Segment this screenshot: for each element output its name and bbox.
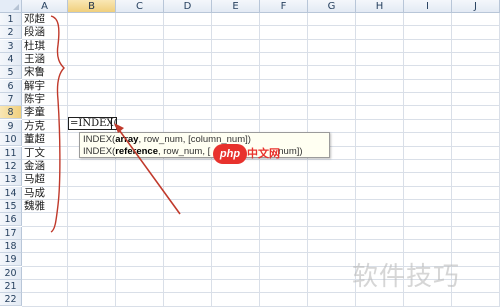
cell-a14[interactable]: 马成	[24, 187, 68, 200]
grid-line-horizontal	[22, 212, 500, 214]
function-tooltip: INDEX(array, row_num, [column_num]) INDE…	[79, 132, 330, 158]
grid-line-horizontal	[22, 92, 500, 94]
row-header-10[interactable]: 10	[0, 133, 22, 147]
php-logo-text: 中文网	[247, 147, 280, 160]
cell-a6[interactable]: 解宇	[24, 80, 68, 93]
row-header-6[interactable]: 6	[0, 79, 22, 93]
select-all-corner[interactable]	[0, 0, 22, 13]
cell-a7[interactable]: 陈宇	[24, 93, 68, 106]
grid-line-vertical	[211, 13, 212, 307]
row-header-5[interactable]: 5	[0, 66, 22, 80]
column-header-e[interactable]: E	[212, 0, 260, 13]
grid-line-horizontal	[22, 105, 500, 107]
cell-a4[interactable]: 王涵	[24, 53, 68, 66]
row-header-11[interactable]: 11	[0, 146, 22, 160]
spreadsheet: ABCDEFGHIJ 1 2 3 4 5 6 7 8 9 10 11 12 13 14 15 16 17 18 19…	[0, 0, 500, 307]
grid-line-vertical	[163, 13, 164, 307]
tooltip-fn-name: INDEX(	[83, 146, 116, 157]
cell-a3[interactable]: 杜琪	[24, 40, 68, 53]
grid-line-horizontal	[22, 172, 500, 174]
grid-line-horizontal	[22, 38, 500, 40]
grid-line-horizontal	[22, 252, 500, 254]
grid-line-horizontal	[22, 238, 500, 240]
row-header-3[interactable]: 3	[0, 39, 22, 53]
cell-a13[interactable]: 马超	[24, 173, 68, 186]
cell-a1[interactable]: 邓超	[24, 13, 68, 26]
row-header-4[interactable]: 4	[0, 53, 22, 67]
row-header-16[interactable]: 16	[0, 213, 22, 227]
php-logo: php 中文网	[213, 144, 280, 164]
row-header-20[interactable]: 20	[0, 266, 22, 280]
cell-a5[interactable]: 宋鲁	[24, 66, 68, 79]
row-header-14[interactable]: 14	[0, 186, 22, 200]
column-header-b[interactable]: B	[68, 0, 116, 13]
column-header-f[interactable]: F	[260, 0, 308, 13]
grid-line-horizontal	[22, 78, 500, 80]
row-header-19[interactable]: 19	[0, 253, 22, 267]
watermark-text: 软件技巧	[352, 262, 461, 292]
row-header-9[interactable]: 9	[0, 119, 22, 133]
cell-a10[interactable]: 董超	[24, 133, 68, 146]
row-header-7[interactable]: 7	[0, 93, 22, 107]
row-header-21[interactable]: 21	[0, 280, 22, 293]
row-header-2[interactable]: 2	[0, 26, 22, 40]
grid-line-horizontal	[22, 25, 500, 27]
row-header-12[interactable]: 12	[0, 159, 22, 173]
column-header-a[interactable]: A	[22, 0, 68, 13]
tooltip-current-arg: array	[115, 134, 139, 145]
grid-line-vertical	[307, 13, 308, 307]
text-caret	[111, 118, 112, 129]
cell-a9[interactable]: 方克	[24, 120, 68, 133]
php-badge: php	[213, 144, 247, 164]
cell-a12[interactable]: 金涵	[24, 160, 68, 173]
row-header-22[interactable]: 22	[0, 293, 22, 307]
grid-line-horizontal	[22, 225, 500, 227]
cell-a8[interactable]: 李童	[24, 106, 68, 119]
row-header-18[interactable]: 18	[0, 239, 22, 253]
grid-line-horizontal	[22, 52, 500, 54]
cell-a11[interactable]: 丁文	[24, 147, 68, 160]
column-header-g[interactable]: G	[308, 0, 356, 13]
cell-a2[interactable]: 段涵	[24, 26, 68, 39]
column-header-c[interactable]: C	[116, 0, 164, 13]
tooltip-rest-args: , row_num, [	[157, 146, 211, 157]
grid-line-vertical	[115, 13, 116, 307]
tooltip-current-arg: reference	[115, 146, 158, 157]
grid-line-horizontal	[22, 198, 500, 200]
column-header-d[interactable]: D	[164, 0, 212, 13]
column-header-h[interactable]: H	[356, 0, 404, 13]
column-header-i[interactable]: I	[404, 0, 452, 13]
row-header-8[interactable]: 8	[0, 106, 22, 120]
grid-line-horizontal	[22, 65, 500, 67]
grid-line-horizontal	[22, 185, 500, 187]
column-header-j[interactable]: J	[452, 0, 500, 13]
cell-a15[interactable]: 魏雅	[24, 200, 68, 213]
row-header-15[interactable]: 15	[0, 199, 22, 213]
row-header-13[interactable]: 13	[0, 173, 22, 187]
tooltip-tail: num])	[278, 146, 303, 157]
row-header-1[interactable]: 1	[0, 13, 22, 26]
tooltip-fn-name: INDEX(	[83, 134, 116, 145]
row-header-17[interactable]: 17	[0, 226, 22, 240]
